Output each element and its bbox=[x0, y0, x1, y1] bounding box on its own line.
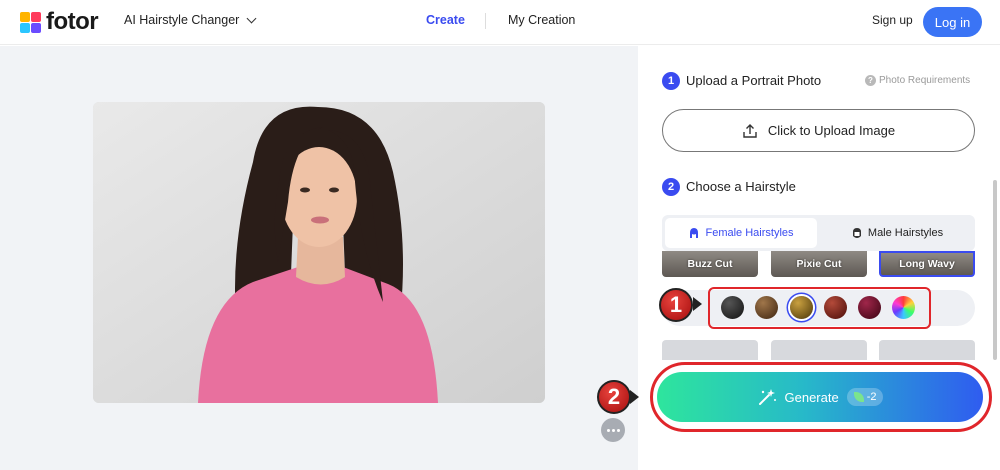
style-thumbnail[interactable] bbox=[879, 340, 975, 360]
marker-1-arrow bbox=[693, 297, 702, 311]
upload-icon bbox=[743, 123, 757, 138]
generate-button[interactable]: Generate -2 bbox=[657, 372, 983, 422]
style-thumbnail[interactable] bbox=[771, 340, 867, 360]
male-icon bbox=[852, 228, 861, 238]
style-card-long-wavy[interactable]: Long Wavy bbox=[879, 251, 975, 277]
magic-wand-icon bbox=[758, 389, 776, 405]
gender-tabs: Female Hairstyles Male Hairstyles bbox=[662, 215, 975, 251]
upload-image-button[interactable]: Click to Upload Image bbox=[662, 109, 975, 152]
style-card-buzz-cut[interactable]: Buzz Cut bbox=[662, 251, 758, 277]
panel-scrollbar[interactable] bbox=[993, 180, 997, 360]
style-card-pixie-cut[interactable]: Pixie Cut bbox=[771, 251, 867, 277]
tab-male-label: Male Hairstyles bbox=[867, 227, 944, 239]
more-options-button[interactable] bbox=[601, 418, 625, 442]
tool-dropdown-label: AI Hairstyle Changer bbox=[124, 13, 240, 27]
marker-2-arrow bbox=[630, 390, 639, 404]
login-button[interactable]: Log in bbox=[923, 7, 982, 37]
signup-link[interactable]: Sign up bbox=[872, 13, 913, 27]
tool-dropdown[interactable]: AI Hairstyle Changer bbox=[124, 13, 257, 27]
step-2-badge: 2 bbox=[662, 178, 680, 196]
credit-cost-badge: -2 bbox=[846, 388, 884, 406]
upload-label: Click to Upload Image bbox=[767, 123, 896, 138]
annotation-marker-2: 2 bbox=[597, 380, 631, 414]
step-1-badge: 1 bbox=[662, 72, 680, 90]
logo-mark-icon bbox=[20, 11, 41, 33]
tab-female-label: Female Hairstyles bbox=[705, 227, 794, 239]
leaf-icon bbox=[853, 392, 864, 402]
tab-female-hairstyles[interactable]: Female Hairstyles bbox=[665, 218, 817, 248]
female-icon bbox=[690, 228, 699, 238]
photo-requirements-link[interactable]: ? Photo Requirements bbox=[865, 75, 970, 86]
brand-name: fotor bbox=[46, 8, 99, 35]
chevron-down-icon bbox=[246, 13, 257, 23]
color-highlight-annotation bbox=[708, 287, 931, 329]
credit-cost: -2 bbox=[866, 391, 877, 403]
portrait-illustration bbox=[93, 102, 545, 403]
annotation-marker-1: 1 bbox=[659, 288, 693, 322]
fotor-logo[interactable]: fotor bbox=[20, 8, 99, 35]
photo-requirements-label: Photo Requirements bbox=[879, 75, 971, 86]
top-bar: fotor AI Hairstyle Changer Create My Cre… bbox=[0, 0, 1000, 45]
nav-my-creation[interactable]: My Creation bbox=[508, 13, 575, 27]
portrait-photo bbox=[93, 102, 545, 403]
nav-divider bbox=[485, 13, 486, 29]
step-2-title: Choose a Hairstyle bbox=[686, 179, 796, 194]
nav-create[interactable]: Create bbox=[426, 13, 465, 27]
step-1-title: Upload a Portrait Photo bbox=[686, 73, 822, 88]
generate-label: Generate bbox=[784, 389, 839, 405]
style-thumbnail[interactable] bbox=[662, 340, 758, 360]
tab-male-hairstyles[interactable]: Male Hairstyles bbox=[822, 218, 972, 248]
help-icon: ? bbox=[865, 75, 876, 86]
